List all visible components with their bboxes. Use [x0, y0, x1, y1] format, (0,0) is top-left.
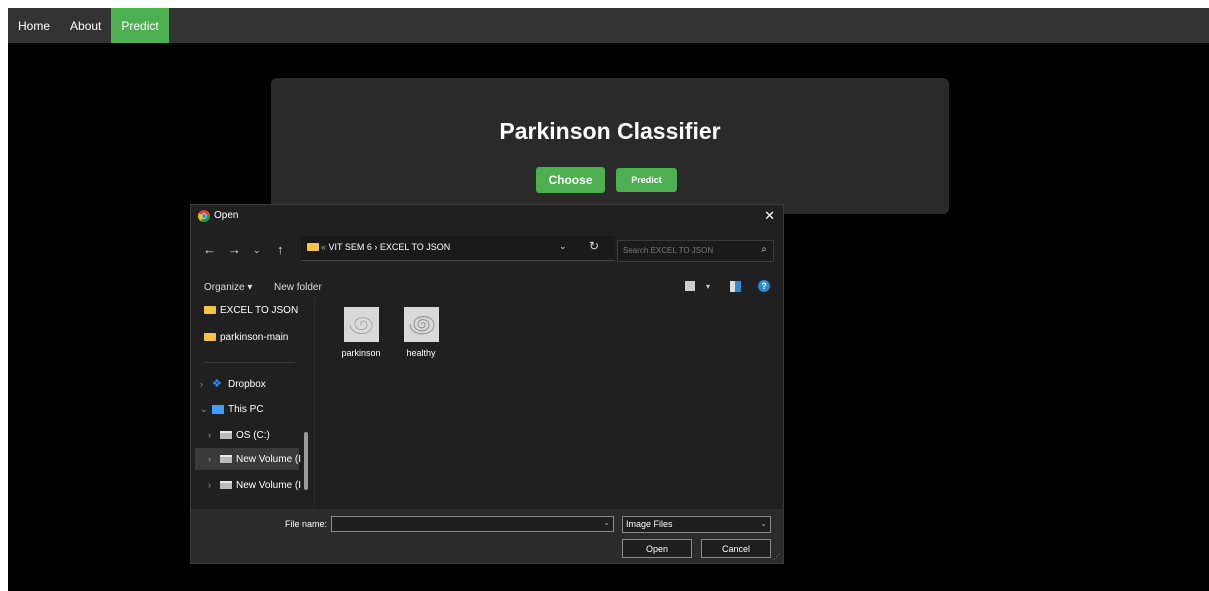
nav-pane-item-new-volume-2[interactable]: › New Volume (I: [208, 480, 301, 491]
page-background: Home About Predict Parkinson Classifier …: [8, 8, 1209, 591]
view-options-icon[interactable]: [685, 281, 695, 291]
classifier-card: Parkinson Classifier Choose Predict: [271, 78, 949, 214]
nav-pane-item-os-c[interactable]: › OS (C:): [208, 430, 270, 441]
pane-divider[interactable]: [314, 299, 315, 507]
predict-button[interactable]: Predict: [616, 168, 677, 192]
search-placeholder: Search EXCEL TO JSON: [623, 246, 714, 255]
nav-pane-item-new-volume-1[interactable]: › New Volume (I: [195, 448, 302, 470]
search-icon: ⌕: [761, 244, 767, 255]
resize-grip-icon[interactable]: ⋰: [773, 553, 780, 561]
file-name-label: parkinson: [341, 348, 381, 358]
nav-pane-scrollbar[interactable]: [304, 432, 308, 490]
breadcrumb: « VIT SEM 6 › EXCEL TO JSON: [321, 242, 450, 252]
recent-locations-chevron-icon[interactable]: ⌄: [253, 245, 261, 256]
address-bar[interactable]: « VIT SEM 6 › EXCEL TO JSON: [301, 236, 615, 261]
nav-pane-item-parkinson-main[interactable]: parkinson-main: [204, 332, 288, 343]
nav-pane-item-excel-to-json[interactable]: EXCEL TO JSON: [204, 305, 298, 316]
parkinson-spiral-thumbnail: [343, 307, 379, 342]
file-type-value: Image Files: [626, 519, 673, 529]
breadcrumb-overflow[interactable]: «: [321, 242, 326, 252]
folder-icon: [204, 333, 216, 342]
dropbox-icon: ❖: [212, 378, 222, 391]
breadcrumb-excel-to-json[interactable]: EXCEL TO JSON: [380, 242, 450, 252]
forward-arrow-icon[interactable]: →: [228, 242, 241, 257]
nav-home-link[interactable]: Home: [8, 8, 60, 43]
dialog-toolbar: Organize ▾ New folder ▾ ?: [191, 271, 783, 297]
file-name-field-label: File name:: [285, 519, 328, 529]
expand-chevron-icon[interactable]: ›: [208, 448, 220, 470]
view-dropdown-icon[interactable]: ▾: [706, 282, 710, 291]
close-icon[interactable]: ✕: [764, 208, 775, 224]
nav-pane-label: New Volume (I: [236, 454, 302, 465]
nav-pane-item-dropbox[interactable]: › ❖ Dropbox: [200, 379, 266, 390]
nav-pane-label: OS (C:): [236, 430, 270, 441]
drive-icon: [220, 431, 232, 440]
chrome-icon: [198, 210, 210, 222]
expand-chevron-icon[interactable]: ›: [208, 430, 220, 440]
up-arrow-icon[interactable]: ↑: [277, 242, 284, 257]
choose-button[interactable]: Choose: [536, 167, 605, 193]
dialog-titlebar[interactable]: Open ✕: [191, 205, 783, 227]
drive-icon: [220, 455, 232, 464]
expand-chevron-icon[interactable]: ›: [208, 480, 220, 490]
nav-pane-label: This PC: [228, 404, 264, 415]
dialog-footer: File name: ⌄ Image Files ⌄ Open Cancel ⋰: [191, 509, 783, 563]
file-name-label: healthy: [406, 348, 436, 358]
collapse-chevron-icon[interactable]: ⌄: [200, 404, 212, 415]
drive-icon: [220, 481, 232, 490]
folder-icon: [307, 243, 319, 251]
help-icon[interactable]: ?: [758, 280, 770, 292]
file-item-healthy[interactable]: healthy: [396, 307, 446, 358]
nav-about-link[interactable]: About: [60, 8, 111, 43]
address-dropdown-chevron-icon[interactable]: ⌄: [559, 241, 567, 252]
page-title: Parkinson Classifier: [499, 118, 721, 144]
file-type-select[interactable]: Image Files ⌄: [622, 516, 771, 533]
file-item-parkinson[interactable]: parkinson: [336, 307, 386, 358]
nav-pane-label: Dropbox: [228, 379, 266, 390]
healthy-spiral-thumbnail: [403, 307, 439, 342]
open-file-dialog: Open ✕ ← → ⌄ ↑ « VIT SEM 6 › EXCEL TO JS…: [191, 205, 783, 563]
back-arrow-icon[interactable]: ←: [203, 242, 216, 257]
nav-predict-link[interactable]: Predict: [111, 8, 169, 43]
folder-icon: [204, 306, 216, 315]
top-navbar: Home About Predict: [8, 8, 1209, 43]
preview-pane-icon[interactable]: [730, 281, 741, 292]
pc-icon: [212, 404, 224, 414]
file-name-field[interactable]: ⌄: [331, 516, 614, 532]
organize-button[interactable]: Organize ▾: [204, 282, 252, 293]
search-input[interactable]: Search EXCEL TO JSON ⌕: [617, 240, 774, 262]
refresh-icon[interactable]: ↻: [589, 239, 599, 253]
nav-pane-divider: [203, 362, 295, 363]
nav-pane-label: New Volume (I: [236, 480, 302, 491]
file-name-dropdown-icon[interactable]: ⌄: [603, 518, 610, 527]
chevron-down-icon: ⌄: [760, 519, 767, 528]
new-folder-button[interactable]: New folder: [274, 282, 322, 293]
breadcrumb-separator: ›: [374, 242, 378, 252]
dialog-title: Open: [214, 210, 239, 221]
navigation-pane: EXCEL TO JSON parkinson-main › ❖ Dropbox ⌄…: [191, 299, 314, 507]
breadcrumb-vit-sem-6[interactable]: VIT SEM 6: [329, 242, 372, 252]
expand-chevron-icon[interactable]: ›: [200, 379, 212, 389]
nav-pane-label: parkinson-main: [220, 332, 289, 343]
nav-pane-label: EXCEL TO JSON: [220, 305, 299, 316]
nav-pane-item-this-pc[interactable]: ⌄ This PC: [200, 404, 264, 415]
open-button[interactable]: Open: [622, 539, 692, 558]
cancel-button[interactable]: Cancel: [701, 539, 771, 558]
